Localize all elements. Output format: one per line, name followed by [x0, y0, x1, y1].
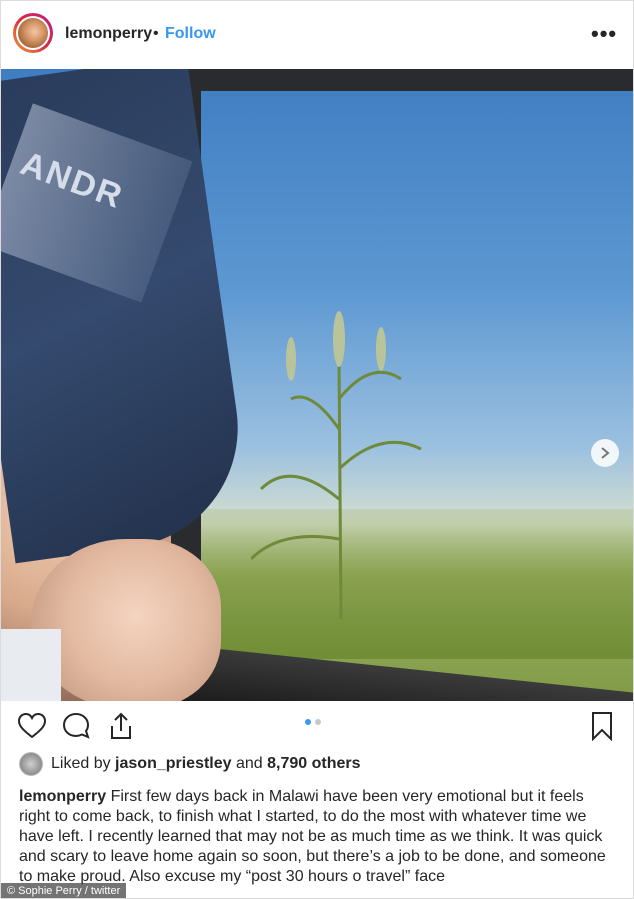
post-header: lemonperry • Follow ••• [1, 1, 633, 69]
more-options-icon[interactable]: ••• [591, 21, 617, 47]
likes-count[interactable]: 8,790 others [267, 755, 360, 773]
likes-prefix: Liked by [51, 755, 111, 772]
action-bar [1, 701, 633, 751]
instagram-post: lemonperry • Follow ••• ANDR Liked by ja… [0, 0, 634, 899]
next-photo-button[interactable] [591, 439, 619, 467]
shirt [1, 629, 61, 701]
maize-plant [251, 311, 422, 619]
separator-dot: • [153, 25, 159, 42]
likes-row: Liked by jason_priestley and 8,790 other… [19, 751, 361, 777]
heart-icon[interactable] [17, 711, 47, 741]
photo-credit: © Sophie Perry / twitter [1, 883, 127, 898]
comment-icon[interactable] [61, 711, 91, 741]
cap-logo: ANDR [1, 103, 193, 303]
bookmark-icon[interactable] [587, 711, 617, 741]
follow-button[interactable]: Follow [165, 25, 216, 43]
caption-username[interactable]: lemonperry [19, 788, 106, 805]
share-icon[interactable] [106, 711, 136, 741]
liker-avatar[interactable] [19, 752, 43, 776]
cap: ANDR [1, 69, 254, 564]
window-frame-top [181, 69, 633, 91]
caption-text: First few days back in Malawi have been … [19, 788, 606, 885]
liker-username[interactable]: jason_priestley [115, 755, 232, 773]
caption: lemonperry First few days back in Malawi… [19, 787, 619, 887]
avatar-photo [18, 18, 48, 48]
likes-and: and [236, 755, 263, 772]
cap-logo-text: ANDR [15, 144, 129, 217]
carousel-pager [305, 719, 321, 725]
username[interactable]: lemonperry [65, 25, 152, 43]
post-photo[interactable]: ANDR [1, 69, 633, 701]
chevron-right-icon [601, 447, 610, 459]
avatar[interactable] [13, 13, 53, 53]
pager-dot-active [305, 719, 311, 725]
pager-dot [315, 719, 321, 725]
